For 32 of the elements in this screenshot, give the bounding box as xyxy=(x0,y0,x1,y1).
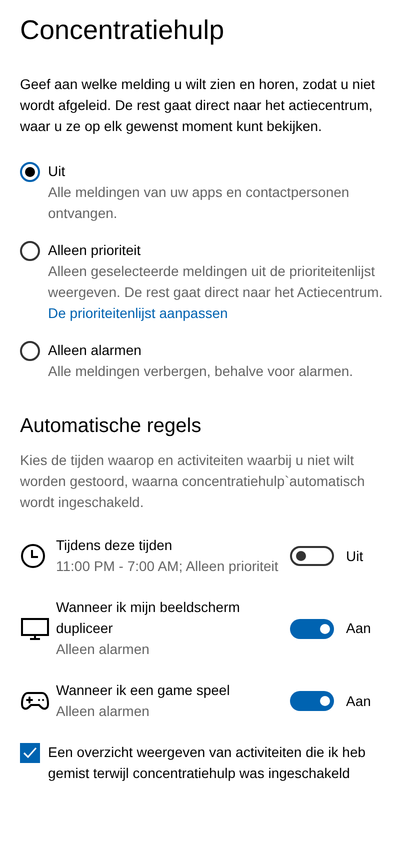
radio-label: Uit xyxy=(48,162,66,181)
page-title: Concentratiehulp xyxy=(20,14,226,47)
rule-subtitle: Alleen alarmen xyxy=(56,702,150,721)
radio-button[interactable] xyxy=(20,341,40,361)
intro-text: Geef aan welke melding u wilt zien en horen, zodat u niet wordt afgeleid. De rest gaat direct naar het actiecentrum, waar u ze op elk gewenst moment kunt bekijken. xyxy=(20,75,376,136)
radio-description: Alle meldingen verbergen, behalve voor alarmen. xyxy=(48,362,354,381)
checkmark-icon xyxy=(23,747,37,759)
gamepad-icon xyxy=(20,690,50,712)
toggle-status: Aan xyxy=(346,692,371,710)
radio-description: Alle meldingen van uw apps en contactpersonen ontvangen. xyxy=(48,183,350,223)
toggle-status: Uit xyxy=(346,546,364,566)
radio-description: Alleen geselecteerde meldingen uit de prioriteitenlijst weergeven. De rest gaat direct naar het Actiecentrum. xyxy=(48,262,384,302)
priority-list-link[interactable]: De prioriteitenlijst aanpassen xyxy=(48,303,388,324)
rule-subtitle: Alleen alarmen xyxy=(56,640,150,659)
section-description: Kies de tijden waarop en activiteiten waarbij u niet wilt worden gestoord, waarna concentratiehulp`automatisch wordt ingeschakeld. xyxy=(20,451,366,512)
radio-button[interactable] xyxy=(20,162,40,182)
checkbox-label: Een overzicht weergeven van activiteiten die ik heb gemist terwijl concentratiehulp was ingeschakeld xyxy=(48,743,367,783)
rule-subtitle: 11:00 PM - 7:00 AM; Alleen prioriteit xyxy=(56,557,280,576)
radio-label: Alleen prioriteit xyxy=(48,241,142,260)
monitor-icon xyxy=(20,616,50,640)
toggle-switch[interactable] xyxy=(290,618,334,638)
clock-icon xyxy=(20,543,46,569)
rule-title: Wanneer ik mijn beeldscherm dupliceer xyxy=(56,598,241,638)
section-heading: Automatische regels xyxy=(20,414,202,439)
rule-title: Tijdens deze tijden xyxy=(56,536,174,555)
checkbox[interactable] xyxy=(20,743,40,763)
toggle-switch[interactable] xyxy=(290,546,334,566)
toggle-status: Aan xyxy=(346,619,371,638)
radio-label: Alleen alarmen xyxy=(48,341,142,360)
radio-button[interactable] xyxy=(20,241,40,261)
toggle-switch[interactable] xyxy=(290,691,334,711)
rule-title: Wanneer ik een game speel xyxy=(56,681,231,700)
